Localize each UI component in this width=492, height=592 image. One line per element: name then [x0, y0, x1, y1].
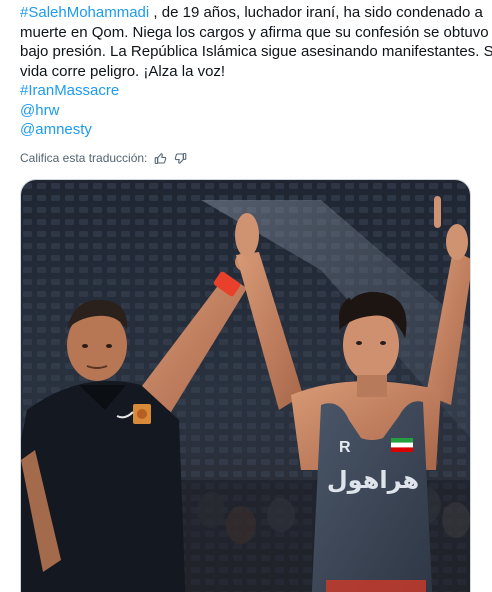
tweet-photo[interactable]: R هراهول	[20, 179, 471, 592]
tweet-body: #SalehMohammadi , de 19 años, luchador i…	[20, 3, 492, 140]
tweet-line-1: #SalehMohammadi , de 19 años, luchador i…	[20, 3, 483, 23]
hashtag-iran-massacre[interactable]: #IranMassacre	[20, 82, 119, 99]
translation-rating-label: Califica esta traducción:	[20, 151, 148, 165]
tweet-line-3: bajo presión. La República Islámica sigu…	[20, 43, 492, 60]
hashtag-saleh-mohammadi[interactable]: #SalehMohammadi	[20, 4, 149, 21]
mention-amnesty[interactable]: @amnesty	[20, 121, 92, 138]
singlet-text: هراهول	[327, 466, 419, 494]
singlet-logo: R	[339, 439, 351, 456]
tweet-line-4: vida corre peligro. ¡Alza la voz!	[20, 62, 226, 80]
thumbs-up-icon[interactable]	[153, 151, 167, 165]
mention-hrw[interactable]: @hrw	[20, 102, 59, 119]
tweet-text-1: , de 19 años, luchador iraní, ha sido co…	[149, 4, 483, 21]
tweet-line-2: muerte en Qom. Niega los cargos y afirma…	[20, 23, 489, 41]
thumbs-down-icon[interactable]	[173, 151, 187, 165]
wrestling-photo: R هراهول	[21, 180, 470, 592]
translation-rating: Califica esta traducción:	[20, 150, 187, 166]
